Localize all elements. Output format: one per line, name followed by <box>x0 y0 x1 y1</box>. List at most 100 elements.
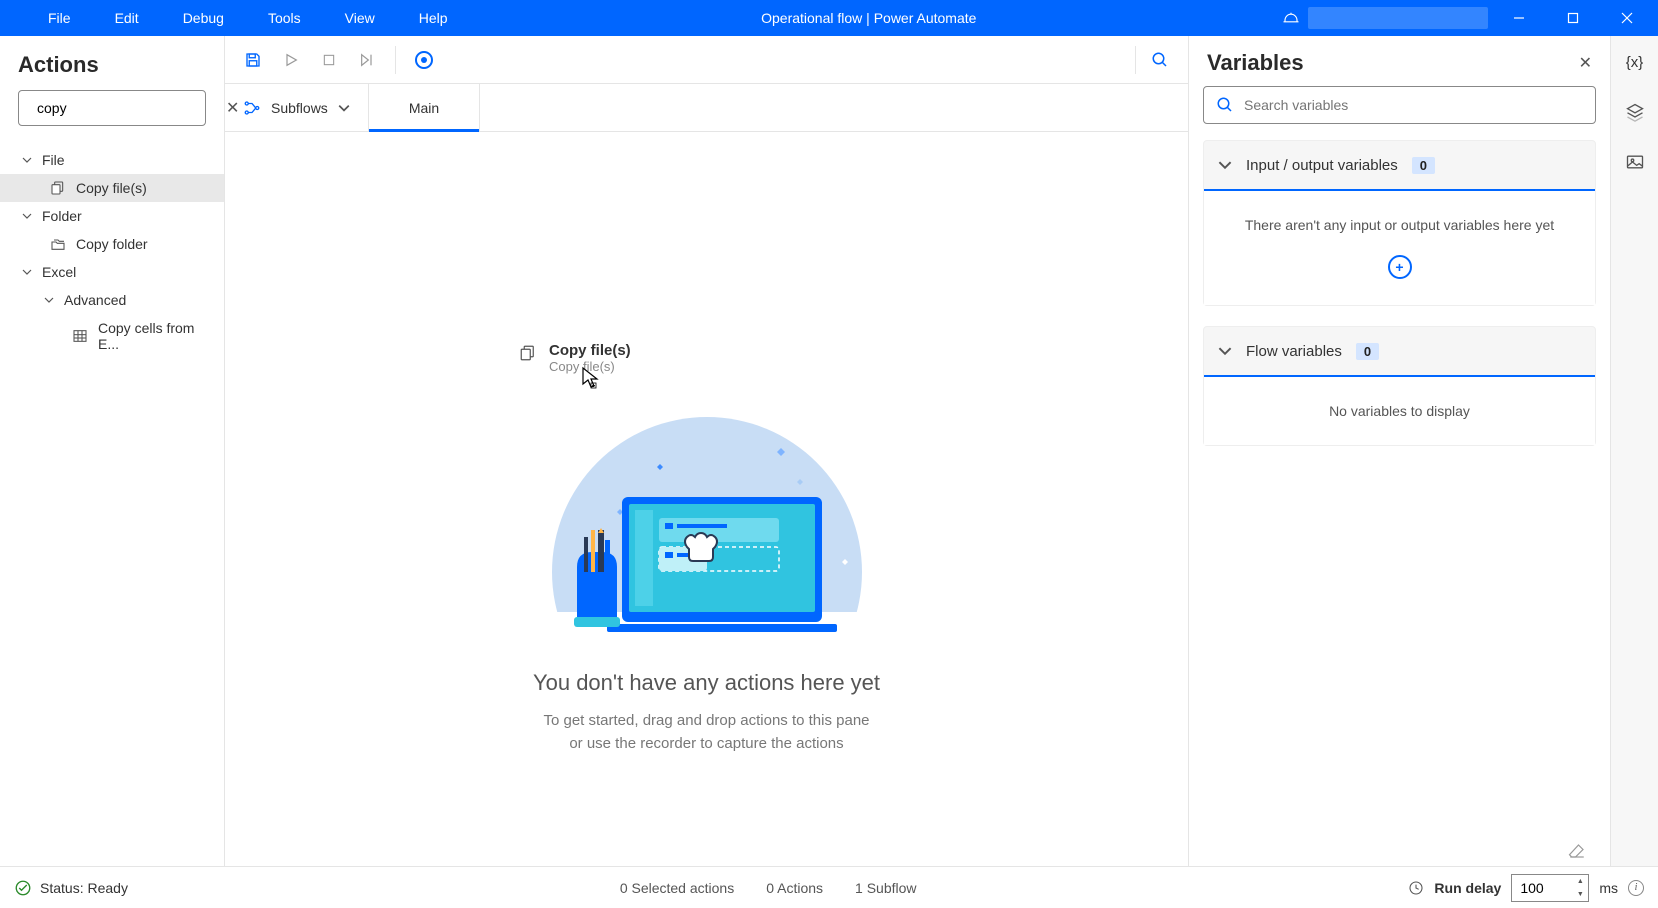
chevron-down-icon <box>1218 344 1232 358</box>
toolbar <box>225 36 1188 84</box>
tree-item-label: Copy file(s) <box>76 180 147 196</box>
separator <box>395 46 396 74</box>
subflows-label: Subflows <box>271 100 328 116</box>
environment-icon <box>1282 9 1300 27</box>
actions-title: Actions <box>0 36 224 90</box>
stop-button[interactable] <box>311 42 347 78</box>
search-icon <box>1216 96 1234 114</box>
run-button[interactable] <box>273 42 309 78</box>
flow-variables-label: Flow variables <box>1246 343 1342 360</box>
flow-search-button[interactable] <box>1142 42 1178 78</box>
rail-images-icon[interactable] <box>1623 150 1647 174</box>
window-title: Operational flow | Power Automate <box>456 10 1282 26</box>
variables-search-input[interactable] <box>1244 97 1583 113</box>
tree-group-excel[interactable]: Excel <box>0 258 224 286</box>
delay-spin-up[interactable]: ▲ <box>1572 875 1588 888</box>
close-panel-icon[interactable]: ✕ <box>1579 53 1592 73</box>
tree-group-folder[interactable]: Folder <box>0 202 224 230</box>
recorder-button[interactable] <box>406 42 442 78</box>
io-empty-text: There aren't any input or output variabl… <box>1218 217 1581 233</box>
step-button[interactable] <box>349 42 385 78</box>
cursor-icon <box>581 366 601 390</box>
right-rail: {x} <box>1610 36 1658 866</box>
rail-ui-elements-icon[interactable] <box>1623 100 1647 124</box>
run-delay-label: Run delay <box>1434 880 1501 896</box>
menu-file[interactable]: File <box>40 6 79 30</box>
tree-item-copy-cells[interactable]: Copy cells from E... <box>0 314 224 358</box>
menu-view[interactable]: View <box>337 6 383 30</box>
tree-item-copy-folder[interactable]: Copy folder <box>0 230 224 258</box>
empty-title: You don't have any actions here yet <box>533 670 880 696</box>
subflows-icon <box>243 99 261 117</box>
actions-tree: File Copy file(s) Folder Copy folder Exc… <box>0 138 224 358</box>
copy-files-icon <box>50 180 66 196</box>
clock-icon <box>1408 880 1424 896</box>
status-actions-count: 0 Actions <box>766 880 823 896</box>
menu-help[interactable]: Help <box>411 6 456 30</box>
chevron-down-icon <box>338 102 350 114</box>
minimize-button[interactable] <box>1496 0 1542 36</box>
info-icon[interactable]: i <box>1628 880 1644 896</box>
clear-variables-button[interactable] <box>1203 836 1596 866</box>
dragged-action[interactable]: Copy file(s) Copy file(s) <box>519 342 631 374</box>
tree-group-label: File <box>42 152 65 168</box>
main-menu: File Edit Debug Tools View Help <box>0 6 456 30</box>
actions-search-input[interactable] <box>37 100 218 116</box>
add-variable-button[interactable]: + <box>1388 255 1412 279</box>
status-ready: Status: Ready <box>40 880 128 896</box>
save-button[interactable] <box>235 42 271 78</box>
menu-edit[interactable]: Edit <box>107 6 147 30</box>
designer-panel: Subflows Main Copy file(s) Copy file(s) <box>225 36 1188 866</box>
chevron-down-icon <box>22 211 32 221</box>
actions-panel: Actions ✕ File Copy file(s) Folder <box>0 36 225 866</box>
chevron-down-icon <box>22 155 32 165</box>
dragged-action-title: Copy file(s) <box>549 342 631 359</box>
delay-spin-down[interactable]: ▼ <box>1572 888 1588 901</box>
close-button[interactable] <box>1604 0 1650 36</box>
excel-icon <box>72 328 88 344</box>
io-variables-section: Input / output variables 0 There aren't … <box>1203 140 1596 306</box>
status-bar: Status: Ready 0 Selected actions 0 Actio… <box>0 866 1658 908</box>
user-account-box[interactable] <box>1308 7 1488 29</box>
chevron-down-icon <box>1218 158 1232 172</box>
eraser-icon <box>1568 842 1586 860</box>
status-selected-actions: 0 Selected actions <box>620 880 734 896</box>
flow-variables-header[interactable]: Flow variables 0 <box>1204 327 1595 377</box>
maximize-button[interactable] <box>1550 0 1596 36</box>
tabs-row: Subflows Main <box>225 84 1188 132</box>
tree-group-label: Excel <box>42 264 76 280</box>
menu-tools[interactable]: Tools <box>260 6 309 30</box>
empty-description: To get started, drag and drop actions to… <box>543 710 869 755</box>
io-count-badge: 0 <box>1412 157 1435 174</box>
chevron-down-icon <box>44 295 54 305</box>
tree-item-copy-files[interactable]: Copy file(s) <box>0 174 224 202</box>
tree-group-label: Advanced <box>64 292 126 308</box>
tree-item-label: Copy folder <box>76 236 148 252</box>
io-variables-header[interactable]: Input / output variables 0 <box>1204 141 1595 191</box>
empty-state: You don't have any actions here yet To g… <box>457 412 957 755</box>
separator <box>1135 46 1136 74</box>
title-bar: File Edit Debug Tools View Help Operatio… <box>0 0 1658 36</box>
copy-files-icon <box>519 344 537 367</box>
status-subflows-count: 1 Subflow <box>855 880 916 896</box>
flow-empty-text: No variables to display <box>1218 403 1581 419</box>
io-variables-label: Input / output variables <box>1246 157 1398 174</box>
actions-search[interactable]: ✕ <box>18 90 206 126</box>
flow-variables-section: Flow variables 0 No variables to display <box>1203 326 1596 446</box>
menu-debug[interactable]: Debug <box>175 6 232 30</box>
subflows-button[interactable]: Subflows <box>225 84 369 131</box>
record-icon <box>415 51 433 69</box>
tree-group-advanced[interactable]: Advanced <box>0 286 224 314</box>
variables-title: Variables <box>1207 50 1304 76</box>
ms-label: ms <box>1599 880 1618 896</box>
tree-group-label: Folder <box>42 208 82 224</box>
empty-illustration <box>547 412 867 642</box>
tab-main[interactable]: Main <box>369 84 480 131</box>
status-ok-icon <box>14 879 32 897</box>
tree-item-label: Copy cells from E... <box>98 320 206 352</box>
variables-search[interactable] <box>1203 86 1596 124</box>
copy-folder-icon <box>50 236 66 252</box>
flow-canvas[interactable]: Copy file(s) Copy file(s) <box>225 132 1188 866</box>
rail-variables-icon[interactable]: {x} <box>1623 50 1647 74</box>
tree-group-file[interactable]: File <box>0 146 224 174</box>
